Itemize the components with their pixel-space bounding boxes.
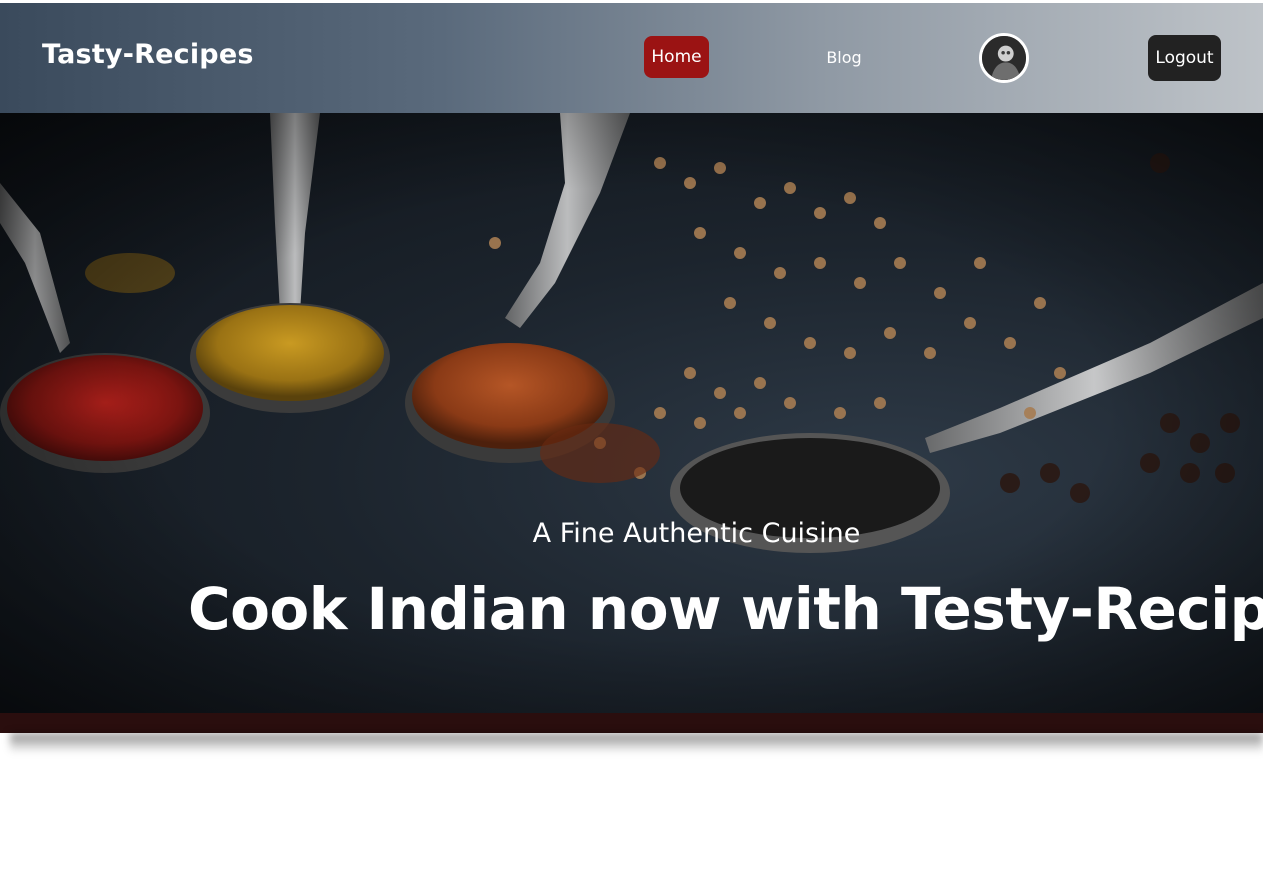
nav-blog-link[interactable]: Blog — [818, 36, 870, 78]
brand-logo[interactable]: Tasty-Recipes — [42, 39, 254, 70]
hero-banner: A Fine Authentic Cuisine Cook Indian now… — [0, 113, 1263, 713]
hero-bottom-bar — [0, 713, 1263, 733]
user-avatar[interactable] — [979, 33, 1029, 83]
logout-button[interactable]: Logout — [1148, 35, 1221, 81]
avatar-photo-icon — [982, 36, 1026, 80]
navbar: Tasty-Recipes Home Blog Logout — [0, 3, 1263, 113]
page: Tasty-Recipes Home Blog Logout A Fine Au… — [0, 0, 1263, 884]
hero-title: Cook Indian now with Testy-Recipes — [188, 575, 1263, 643]
hero-subtitle: A Fine Authentic Cuisine — [532, 518, 861, 549]
hero-drop-shadow — [10, 733, 1263, 753]
nav-home-link[interactable]: Home — [644, 36, 709, 78]
